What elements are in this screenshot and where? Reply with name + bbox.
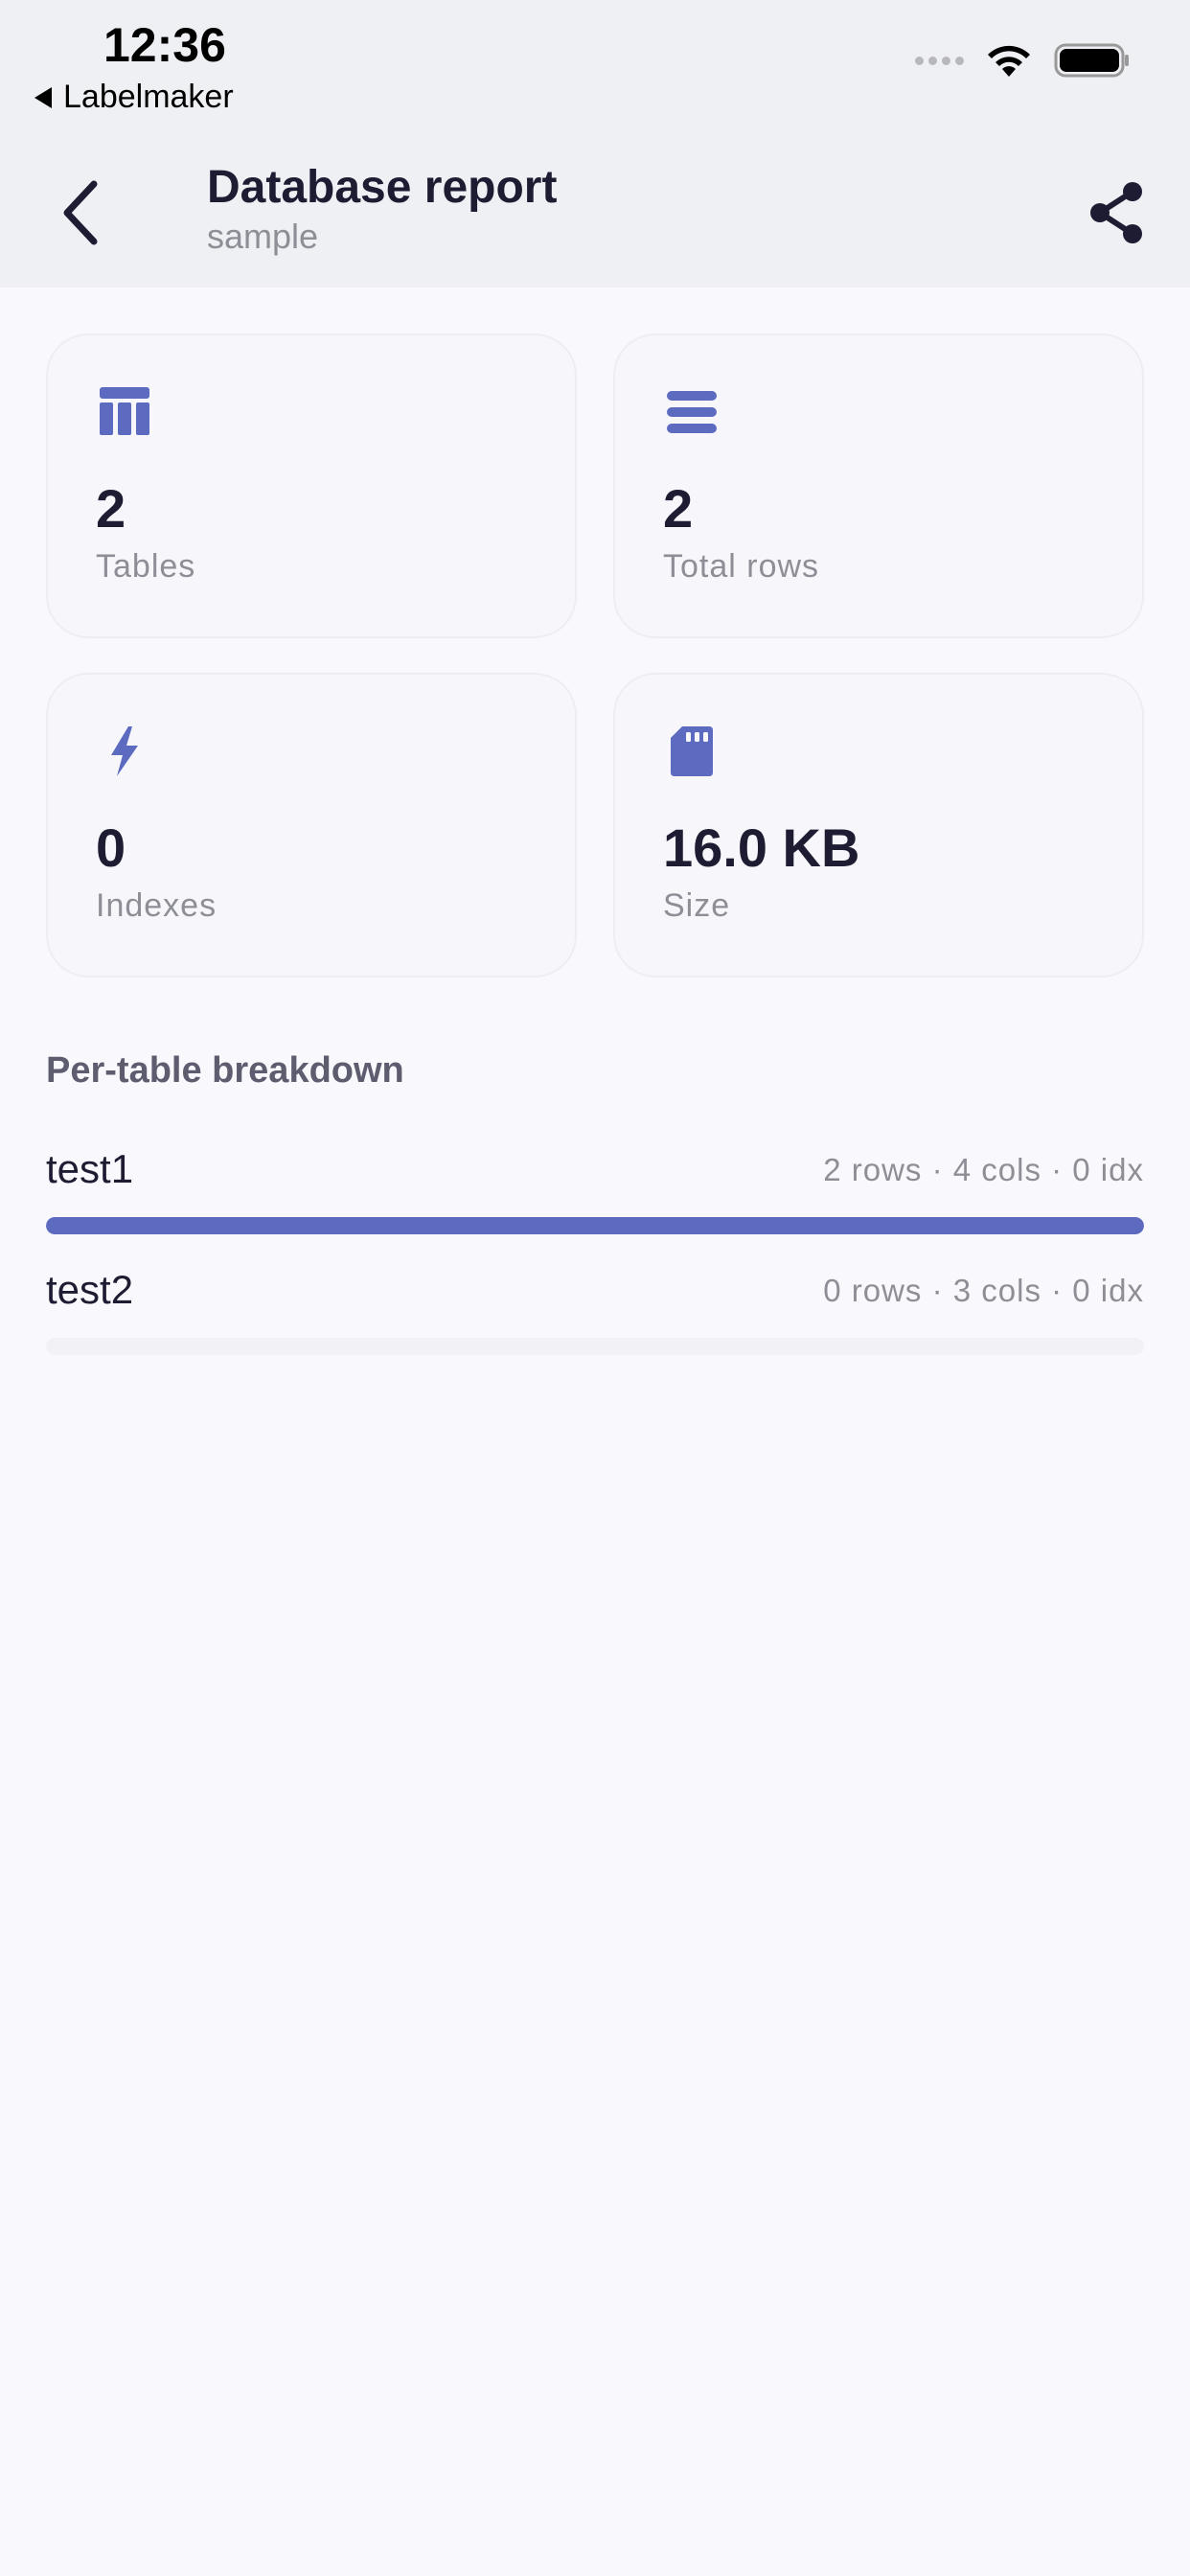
table-name: test1 [46, 1146, 134, 1191]
table-name: test2 [46, 1267, 134, 1312]
back-chevron-icon[interactable] [54, 174, 111, 251]
back-to-app-link[interactable]: Labelmaker [34, 79, 234, 116]
stat-card-indexes: 0 Indexes [46, 673, 577, 978]
stat-card-size: 16.0 KB Size [613, 673, 1144, 978]
table-icon [100, 387, 149, 435]
tables-count: 2 [96, 478, 126, 539]
breakdown-title: Per-table breakdown [46, 1050, 404, 1091]
stat-card-total-rows: 2 Total rows [613, 334, 1144, 638]
table-meta: 2 rows · 4 cols · 0 idx [823, 1152, 1144, 1187]
status-time: 12:36 [103, 18, 226, 72]
battery-icon [1054, 43, 1129, 78]
status-bar: 12:36 Labelmaker [0, 0, 1190, 144]
share-icon[interactable] [1085, 178, 1148, 247]
stat-card-tables: 2 Tables [46, 334, 577, 638]
sd-card-icon [671, 726, 713, 776]
back-app-label: Labelmaker [63, 79, 234, 115]
cellular-signal-icon [915, 56, 964, 65]
status-icons [915, 42, 1131, 79]
wifi-icon [988, 45, 1030, 77]
page-subtitle: sample [207, 217, 319, 256]
back-triangle-icon [34, 86, 52, 108]
table-rows-bar [46, 1217, 1144, 1234]
size-value: 16.0 KB [663, 817, 860, 878]
nav-bar: Database report sample [0, 144, 1190, 288]
size-label: Size [663, 887, 731, 924]
table-meta: 0 rows · 3 cols · 0 idx [823, 1273, 1144, 1308]
page-title: Database report [207, 162, 558, 213]
rows-icon [667, 391, 717, 433]
table-rows-bar [46, 1338, 1144, 1355]
tables-label: Tables [96, 548, 196, 585]
table-rows-bar-fill [46, 1217, 1144, 1234]
indexes-label: Indexes [96, 887, 217, 924]
total-rows-label: Total rows [663, 548, 820, 585]
bolt-icon [111, 726, 138, 776]
indexes-count: 0 [96, 817, 126, 878]
total-rows-count: 2 [663, 478, 694, 539]
